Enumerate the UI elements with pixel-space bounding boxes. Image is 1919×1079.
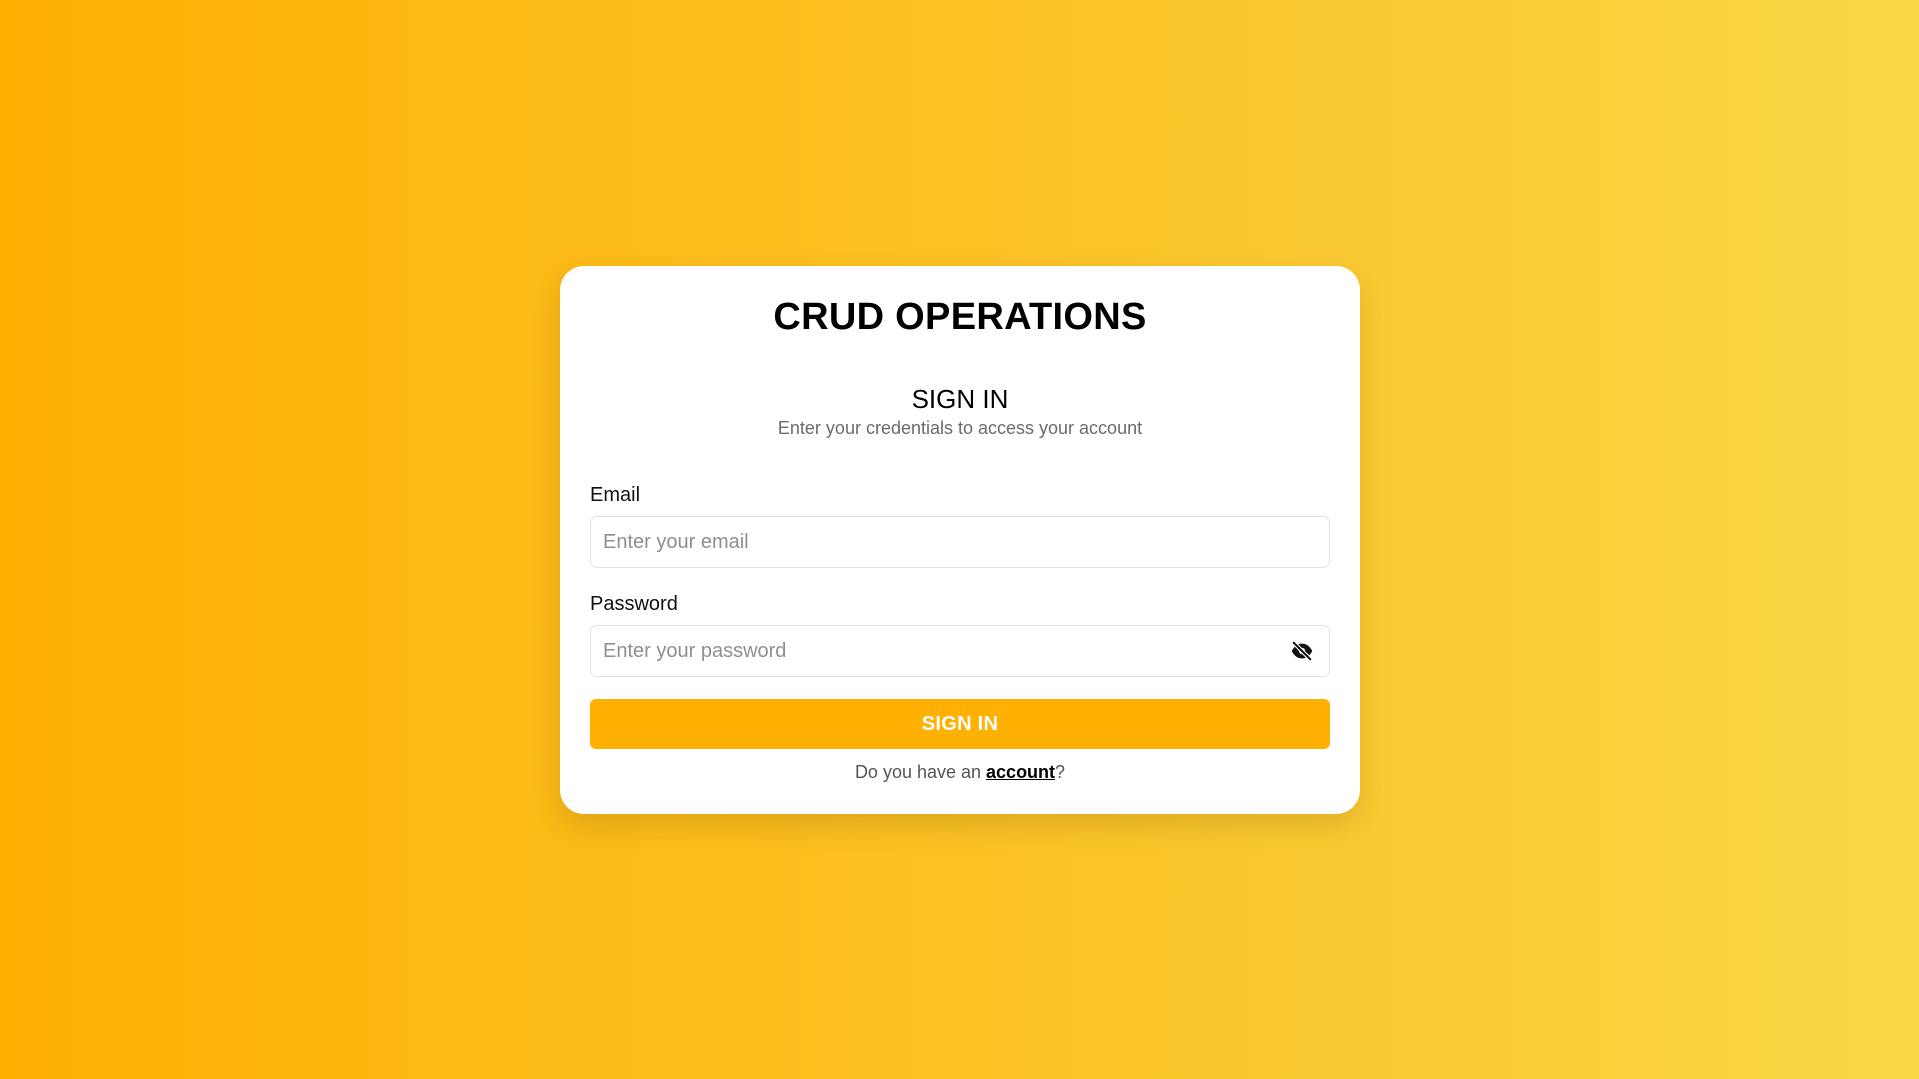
account-prompt-suffix: ? <box>1055 762 1066 782</box>
account-prompt: Do you have an account? <box>560 762 1360 783</box>
eye-slash-icon[interactable] <box>1289 638 1315 664</box>
password-label: Password <box>590 593 678 615</box>
email-field[interactable] <box>591 517 1329 567</box>
form-subtitle: Enter your credentials to access your ac… <box>777 418 1143 438</box>
password-field-container <box>590 625 1330 677</box>
email-label: Email <box>590 484 641 506</box>
form-title: SIGN IN <box>911 384 1009 414</box>
email-field-container <box>590 516 1330 568</box>
sign-in-card: CRUD OPERATIONS SIGN IN Enter your crede… <box>560 266 1360 814</box>
account-prompt-prefix: Do you have an <box>854 762 987 782</box>
sign-in-button[interactable]: SIGN IN <box>590 699 1330 749</box>
app-title: CRUD OPERATIONS <box>773 296 1147 338</box>
account-link[interactable]: account <box>986 762 1055 782</box>
password-field[interactable] <box>591 626 1329 676</box>
